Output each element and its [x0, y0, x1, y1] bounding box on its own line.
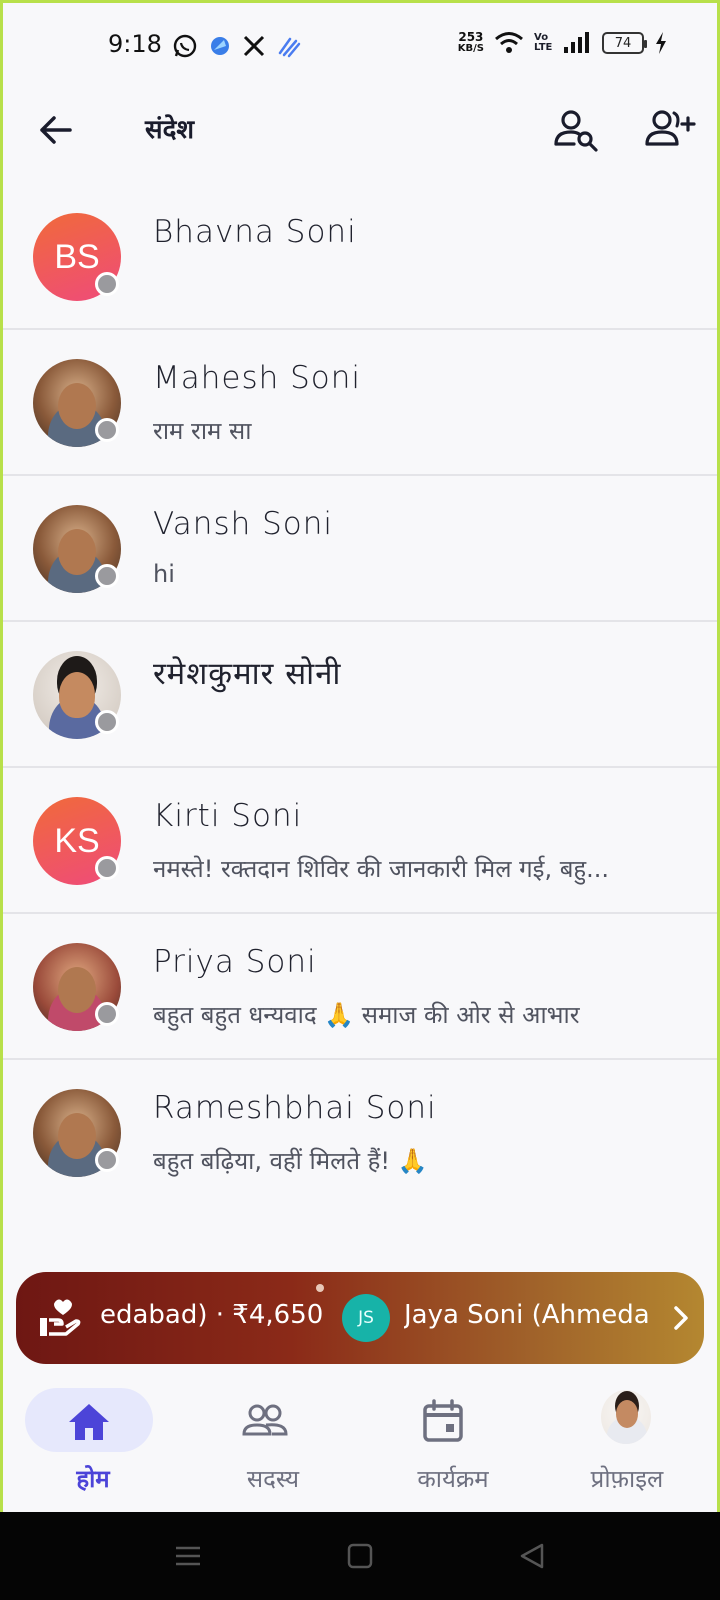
- chat-name: Rameshbhai Soni: [153, 1090, 437, 1126]
- presence-indicator: [95, 1148, 119, 1172]
- back-button-icon[interactable]: [516, 1540, 548, 1572]
- network-speed-unit: KB/S: [457, 43, 484, 54]
- members-icon: [242, 1404, 288, 1436]
- system-status-icons: 253 KB/S Vo LTE 74: [458, 30, 668, 56]
- chat-item[interactable]: Rameshbhai Soni बहुत बढ़िया, वहीं मिलते …: [3, 1060, 717, 1206]
- home-button-icon[interactable]: [344, 1540, 376, 1572]
- volte-indicator: Vo LTE: [534, 32, 553, 53]
- charging-icon: [656, 32, 666, 54]
- chevron-right-icon[interactable]: [666, 1302, 696, 1334]
- home-icon: [69, 1404, 109, 1440]
- presence-indicator: [95, 418, 119, 442]
- search-user-icon[interactable]: [552, 106, 600, 154]
- cellular-signal-icon: [564, 32, 589, 53]
- calendar-icon: [423, 1399, 463, 1442]
- chat-preview: बहुत बहुत धन्यवाद 🙏 समाज की ओर से आभार: [153, 1001, 580, 1029]
- chat-name: Vansh Soni: [153, 506, 334, 542]
- notification-icons: [172, 33, 302, 59]
- donation-ticker-banner[interactable]: edabad) · ₹4,650 JS Jaya Soni (Ahmedal: [16, 1272, 704, 1364]
- chat-name: Mahesh Soni: [153, 360, 362, 396]
- chat-item[interactable]: Mahesh Soni राम राम सा: [3, 330, 717, 476]
- ticker-text: edabad) · ₹4,650: [100, 1300, 324, 1330]
- presence-indicator: [95, 564, 119, 588]
- donation-hand-heart-icon: [40, 1299, 81, 1336]
- chat-name: Priya Soni: [153, 944, 317, 980]
- chat-name: Bhavna Soni: [153, 214, 357, 250]
- status-bar: 9:18 253 KB/S Vo LTE 74: [0, 0, 720, 96]
- add-user-icon[interactable]: [644, 106, 696, 154]
- presence-indicator: [95, 1002, 119, 1026]
- nav-label-members: सदस्य: [246, 1465, 300, 1493]
- signal-app-icon: [278, 37, 301, 58]
- presence-indicator: [95, 272, 119, 296]
- chat-name: Kirti Soni: [153, 798, 303, 834]
- nav-label-home: होम: [76, 1465, 110, 1493]
- x-icon: [243, 35, 265, 57]
- network-speed: 253 KB/S: [458, 31, 484, 55]
- whatsapp-icon: [173, 34, 197, 58]
- status-time: 9:18: [108, 30, 162, 58]
- nav-label-events: कार्यक्रम: [417, 1465, 489, 1493]
- network-speed-value: 253: [458, 30, 484, 44]
- ticker-separator-dot: [316, 1284, 324, 1292]
- presence-indicator: [95, 710, 119, 734]
- presence-indicator: [95, 856, 119, 880]
- battery-indicator: 74: [602, 32, 647, 54]
- chat-list: BS Bhavna Soni Mahesh Soni राम राम सा Va…: [3, 184, 717, 1206]
- donor-badge: JS: [342, 1294, 390, 1342]
- wifi-icon: [495, 32, 523, 53]
- nav-members[interactable]: सदस्य: [183, 1376, 363, 1512]
- profile-avatar: [601, 1390, 651, 1444]
- chat-name: रमेशकुमार सोनी: [153, 656, 342, 692]
- nav-events[interactable]: कार्यक्रम: [363, 1376, 543, 1512]
- chat-item[interactable]: BS Bhavna Soni: [3, 184, 717, 330]
- chat-item[interactable]: Vansh Soni hi: [3, 476, 717, 622]
- chat-item[interactable]: KS Kirti Soni नमस्ते! रक्तदान शिविर की ज…: [3, 768, 717, 914]
- nav-profile[interactable]: प्रोफ़ाइल: [537, 1376, 717, 1512]
- bottom-navigation: होम सदस्य कार्यक्रम प्रोफ़ाइल: [3, 1376, 717, 1512]
- nav-home[interactable]: होम: [3, 1376, 183, 1512]
- ticker-donor-name: Jaya Soni (Ahmedal: [404, 1300, 652, 1330]
- nav-label-profile: प्रोफ़ाइल: [590, 1465, 664, 1493]
- app-icon: [211, 37, 229, 55]
- chat-item[interactable]: रमेशकुमार सोनी: [3, 622, 717, 768]
- chat-item[interactable]: Priya Soni बहुत बहुत धन्यवाद 🙏 समाज की ओ…: [3, 914, 717, 1060]
- chat-preview: नमस्ते! रक्तदान शिविर की जानकारी मिल गई,…: [153, 855, 610, 883]
- chat-preview: hi: [153, 560, 175, 588]
- page-title: संदेश: [145, 115, 195, 145]
- back-arrow-icon[interactable]: [34, 108, 78, 152]
- chat-preview: राम राम सा: [153, 417, 252, 445]
- chat-preview: बहुत बढ़िया, वहीं मिलते हैं! 🙏: [153, 1147, 428, 1175]
- menu-icon[interactable]: [172, 1540, 204, 1572]
- system-navigation-bar: [0, 1512, 720, 1600]
